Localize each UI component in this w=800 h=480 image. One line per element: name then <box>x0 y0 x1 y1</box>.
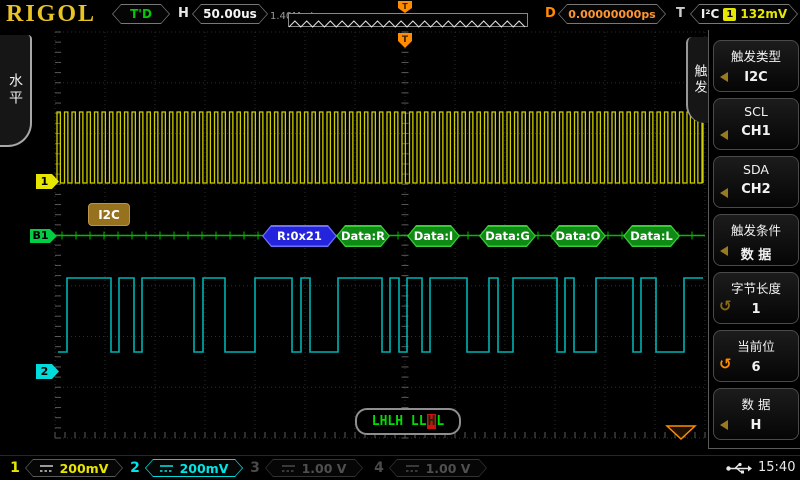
channel-status-bar: 1 200mV 2 200mV 3 1.00 V <box>0 455 800 480</box>
channel-2-badge[interactable]: 2 200mV <box>128 459 243 477</box>
decode-event-data: Data:G <box>479 225 536 247</box>
trigger-label: T <box>676 6 685 21</box>
trigger-level-marker <box>667 426 695 439</box>
channel-1-badge[interactable]: 1 200mV <box>8 459 123 477</box>
svg-text:B1: B1 <box>32 229 48 242</box>
triangle-left-icon <box>720 420 728 430</box>
triangle-left-icon <box>720 188 728 198</box>
triangle-left-icon <box>720 130 728 140</box>
menu-trigger-type[interactable]: 触发类型 I2C <box>713 40 799 92</box>
delay-badge: 0.00000000ps <box>558 4 666 24</box>
trigger-level-value: 132mV <box>740 7 787 21</box>
decode-event-data: Data:R <box>336 225 390 247</box>
menu-byte-length[interactable]: 字节长度 ↺ 1 <box>713 272 799 324</box>
svg-text:T: T <box>402 35 409 45</box>
preview-zigzag-icon <box>289 19 525 29</box>
trigger-bus-type: I²C <box>701 7 720 21</box>
svg-text:2: 2 <box>41 365 49 378</box>
trigger-info-badge: I²C 1 132mV <box>690 4 798 24</box>
decode-event-data: Data:I <box>407 225 460 247</box>
trigger-bit-pattern: LHLH LLHL <box>355 408 461 435</box>
oscilloscope-screen: T 1 B1 2 RIGOL T'D H 50.00us 1.40M pts T D … <box>0 0 800 480</box>
horizontal-label: H <box>178 6 189 21</box>
trigger-status-badge: T'D <box>112 4 170 24</box>
triangle-left-icon <box>720 246 728 256</box>
clock: 15:40 <box>758 460 795 475</box>
bus-label: I2C <box>88 203 130 226</box>
decode-event-address: R:0x21 <box>262 225 337 247</box>
menu-scl-source[interactable]: SCL CH1 <box>713 98 799 150</box>
rotate-knob-icon: ↺ <box>719 297 732 315</box>
ch1-scl-waveform <box>57 112 703 183</box>
dc-coupling-icon <box>160 464 173 473</box>
dc-coupling-icon <box>282 464 295 473</box>
tab-horizontal[interactable]: 水平 <box>0 35 32 147</box>
trigger-menu-panel: 触发类型 I2C SCL CH1 SDA CH2 触发条件 数 据 字节长度 ↺… <box>708 30 800 449</box>
channel-3-badge[interactable]: 3 1.00 V <box>248 459 363 477</box>
trigger-source-channel: 1 <box>723 8 736 21</box>
svg-text:T: T <box>402 2 408 11</box>
menu-data-value[interactable]: 数 据 H <box>713 388 799 440</box>
status-bar: RIGOL T'D H 50.00us 1.40M pts T D 0.0000… <box>0 0 800 28</box>
memory-waveform-preview <box>288 13 528 27</box>
usb-icon <box>726 463 752 474</box>
timebase-badge: 50.00us <box>192 4 268 24</box>
delay-label: D <box>545 6 556 21</box>
decode-event-data: Data:O <box>550 225 606 247</box>
rotate-knob-icon-active: ↺ <box>719 355 732 373</box>
menu-trigger-condition[interactable]: 触发条件 数 据 <box>713 214 799 266</box>
rigol-logo: RIGOL <box>6 1 96 28</box>
decode-event-data: Data:L <box>623 225 680 247</box>
current-bit-highlight: H <box>427 414 437 429</box>
menu-current-bit[interactable]: 当前位 ↺ 6 <box>713 330 799 382</box>
menu-sda-source[interactable]: SDA CH2 <box>713 156 799 208</box>
dc-coupling-icon <box>40 464 53 473</box>
triangle-left-icon <box>720 72 728 82</box>
channel-4-badge[interactable]: 4 1.00 V <box>372 459 487 477</box>
trigger-position-icon-topbar: T <box>398 1 412 13</box>
tab-trigger[interactable]: 触发 <box>686 37 710 123</box>
dc-coupling-icon <box>406 464 419 473</box>
svg-text:1: 1 <box>41 175 49 188</box>
